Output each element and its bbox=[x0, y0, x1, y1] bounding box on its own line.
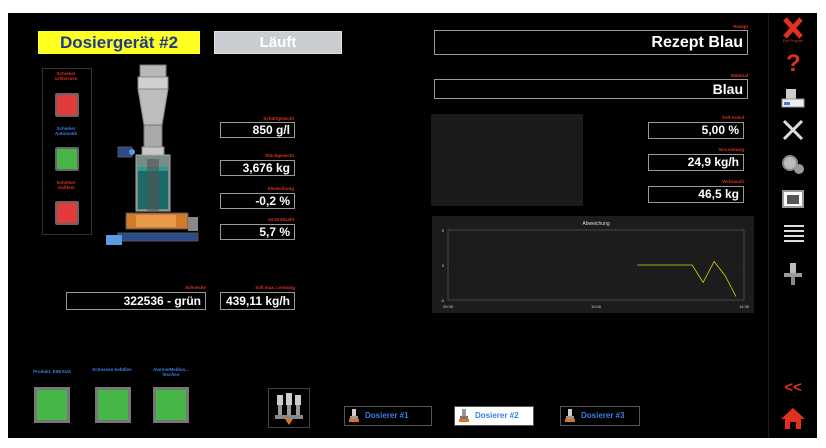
overview-button[interactable] bbox=[268, 388, 310, 428]
auto-slider-button[interactable] bbox=[55, 147, 79, 171]
home-button[interactable] bbox=[778, 405, 808, 431]
svg-text:?: ? bbox=[786, 50, 801, 75]
tools-button[interactable] bbox=[778, 117, 808, 143]
dosing-device-diagram bbox=[106, 64, 199, 245]
dosing-button[interactable] bbox=[778, 261, 808, 287]
y-tick-label: 0 bbox=[442, 263, 445, 268]
close-caption: End Program bbox=[782, 39, 804, 43]
deviation-series-line bbox=[637, 260, 737, 297]
dosing-unit-icon bbox=[565, 409, 575, 422]
dosing-unit-icon bbox=[349, 409, 359, 422]
dosing-unit-icon bbox=[459, 409, 469, 422]
stickgewicht-value: 3,676 kg bbox=[220, 160, 295, 176]
dosing-icon bbox=[784, 263, 802, 285]
scale-icon bbox=[781, 89, 805, 108]
tab-label: Dosierer #2 bbox=[475, 411, 519, 420]
open-slider-button[interactable] bbox=[55, 201, 79, 225]
soll-max-leistung-label: Soll max. Leistung bbox=[255, 285, 295, 290]
tab-label: Dosierer #1 bbox=[365, 411, 409, 420]
list-button[interactable] bbox=[778, 219, 808, 245]
y-tick-label: 5 bbox=[442, 228, 445, 233]
back-button[interactable]: << bbox=[778, 379, 808, 396]
chart-title: Abweichung bbox=[582, 221, 609, 227]
tab-dosierer-2[interactable]: Dosierer #2 bbox=[454, 406, 534, 426]
device-title: Dosiergerät #2 bbox=[38, 31, 200, 54]
recipe-label: Rezept bbox=[733, 24, 748, 29]
abweichung-label: Abweichung bbox=[267, 186, 294, 191]
material-label: Material bbox=[730, 73, 748, 78]
tools-icon bbox=[782, 119, 804, 141]
schuettgewicht-label: Schüttgewicht bbox=[263, 116, 294, 121]
home-icon bbox=[781, 408, 805, 429]
soll-anteil-label: Soll-Anteil bbox=[721, 115, 744, 120]
soll-anteil-value[interactable]: 5,00 % bbox=[648, 122, 744, 139]
verbrauch-value: 46,5 kg bbox=[648, 186, 744, 203]
ist-drehzahl-label: Ist-Drehzahl bbox=[268, 217, 294, 222]
scale-button[interactable] bbox=[778, 85, 808, 111]
x-tick-label: 14:36 bbox=[739, 304, 750, 309]
material-image-placeholder bbox=[431, 114, 583, 206]
gears-icon bbox=[782, 155, 804, 174]
produkt-button-label: Produkt. EIN/AUS bbox=[33, 369, 71, 374]
right-toolbar: End Program ? << bbox=[768, 13, 817, 438]
close-slider-label: Schieber schliessen bbox=[54, 71, 78, 81]
help-button[interactable]: ? bbox=[778, 49, 808, 77]
status-indicator: Läuft bbox=[214, 31, 342, 54]
ist-drehzahl-value: 5,7 % bbox=[220, 224, 295, 240]
alarm-clear-label: Alarme/Meldun... löschen bbox=[152, 367, 189, 377]
abweichung-value: -0,2 % bbox=[220, 193, 295, 209]
slider-control-group: Schieber schliessen Schieber Automatik S… bbox=[42, 68, 92, 235]
stickgewicht-label: Stückgewicht bbox=[264, 153, 294, 158]
deviation-chart-svg: Abweichung 5 0 -509:39 10:06 14:36 bbox=[440, 221, 750, 309]
dosing-overview-icon bbox=[275, 393, 303, 425]
produkt-toggle-button[interactable] bbox=[34, 387, 70, 423]
schnecke-fill-button[interactable] bbox=[95, 387, 131, 423]
camera-icon bbox=[782, 190, 804, 208]
material-field[interactable]: Blau bbox=[434, 79, 748, 99]
recipe-field[interactable]: Rezept Blau bbox=[434, 30, 748, 55]
ist-leistung-label: Ist-Leistung bbox=[718, 147, 745, 152]
auto-slider-label: Schieber Automatik bbox=[54, 126, 77, 136]
settings-button[interactable] bbox=[778, 151, 808, 177]
camera-button[interactable] bbox=[778, 185, 808, 211]
help-icon: ? bbox=[786, 50, 801, 77]
schuettgewicht-value: 850 g/l bbox=[220, 122, 295, 138]
list-icon bbox=[784, 225, 804, 242]
main-screen: Dosiergerät #2 Läuft Schieber schliessen… bbox=[8, 13, 768, 438]
tab-dosierer-3[interactable]: Dosierer #3 bbox=[560, 406, 640, 426]
tab-label: Dosierer #3 bbox=[581, 411, 625, 420]
deviation-chart: Abweichung 5 0 -5 09:39 10:06 14:36 bbox=[432, 216, 754, 313]
tab-dosierer-1[interactable]: Dosierer #1 bbox=[344, 406, 432, 426]
soll-max-leistung-value: 439,11 kg/h bbox=[220, 292, 295, 310]
open-slider-label: Schieber maßfest bbox=[56, 180, 76, 190]
close-slider-button[interactable] bbox=[55, 93, 79, 117]
alarm-clear-button[interactable] bbox=[153, 387, 189, 423]
x-tick-label: 09:39 bbox=[443, 304, 454, 309]
schnecke-label: Schnecke bbox=[184, 285, 206, 290]
x-tick-label: 10:06 bbox=[591, 304, 602, 309]
schnecke-fill-label: Schnecke befüllen bbox=[92, 367, 132, 372]
schnecke-value: 322536 - grün bbox=[66, 292, 206, 310]
verbrauch-label: Verbrauch bbox=[721, 179, 744, 184]
ist-leistung-value: 24,9 kg/h bbox=[648, 154, 744, 171]
y-tick-label: -5 bbox=[440, 298, 444, 303]
